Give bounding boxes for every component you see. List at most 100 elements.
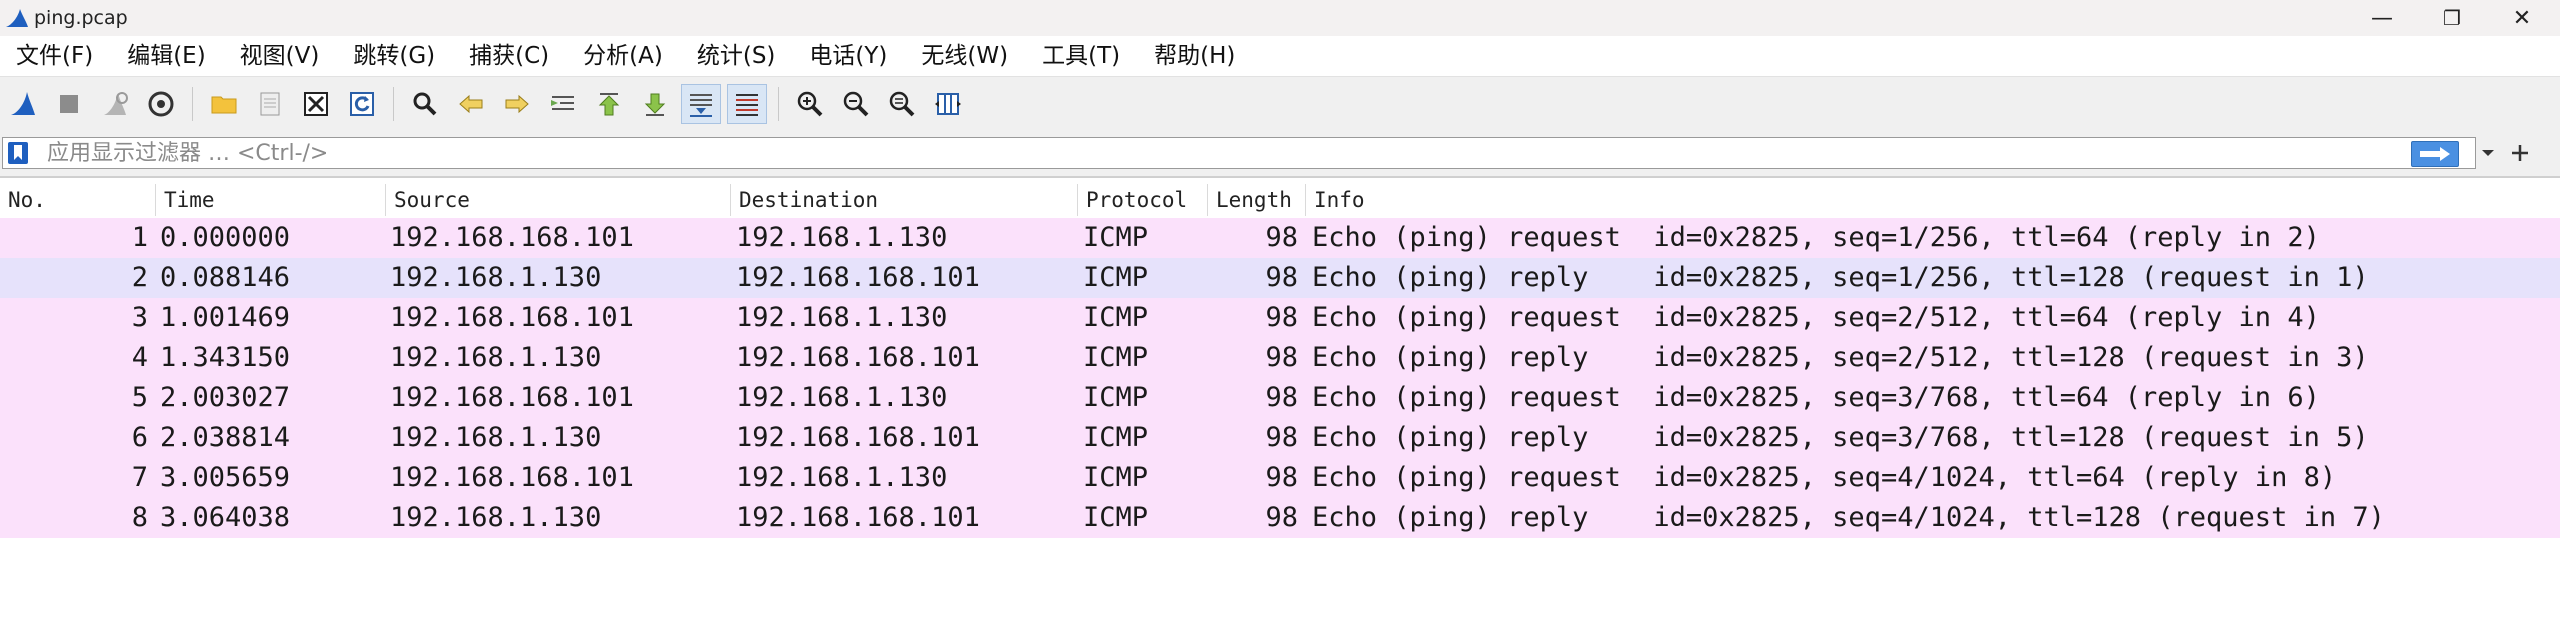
go-to-packet-button[interactable] — [543, 84, 583, 124]
menu-help[interactable]: 帮助(H) — [1137, 36, 1252, 76]
packet-destination: 192.168.1.130 — [736, 382, 948, 413]
menu-capture[interactable]: 捕获(C) — [452, 36, 566, 76]
column-header-info[interactable]: Info — [1305, 184, 2560, 216]
bookmark-icon[interactable] — [7, 141, 29, 165]
zoom-in-button[interactable] — [790, 84, 830, 124]
open-folder-icon — [211, 96, 237, 114]
normal-size-icon — [889, 91, 915, 117]
apply-filter-button[interactable] — [2411, 141, 2459, 167]
resize-columns-button[interactable] — [928, 84, 968, 124]
packet-protocol: ICMP — [1083, 262, 1149, 293]
packet-protocol: ICMP — [1083, 422, 1149, 453]
goto-packet-icon — [551, 96, 574, 110]
column-header-source[interactable]: Source — [385, 184, 730, 216]
find-packet-button[interactable] — [405, 84, 445, 124]
packet-row[interactable]: 1 0.000000 192.168.168.101 192.168.1.130… — [0, 218, 2560, 258]
column-header-length[interactable]: Length — [1207, 184, 1305, 216]
packet-time: 2.038814 — [160, 422, 291, 453]
filter-history-dropdown[interactable] — [2476, 137, 2500, 169]
packet-number: 7 — [131, 462, 148, 493]
menu-telephony[interactable]: 电话(Y) — [792, 36, 904, 76]
packet-protocol: ICMP — [1083, 502, 1149, 533]
restart-capture-button[interactable] — [95, 84, 135, 124]
packet-row[interactable]: 6 2.038814 192.168.1.130 192.168.168.101… — [0, 418, 2560, 458]
packet-row[interactable]: 8 3.064038 192.168.1.130 192.168.168.101… — [0, 498, 2560, 538]
window-title: ping.pcap — [34, 7, 128, 29]
toolbar-divider — [192, 87, 193, 121]
open-file-button[interactable] — [204, 84, 244, 124]
first-packet-button[interactable] — [589, 84, 629, 124]
go-forward-button[interactable] — [497, 84, 537, 124]
stop-capture-button[interactable] — [49, 84, 89, 124]
packet-row[interactable]: 7 3.005659 192.168.168.101 192.168.1.130… — [0, 458, 2560, 498]
minimize-button[interactable]: — — [2352, 0, 2412, 36]
plus-icon — [2512, 145, 2528, 161]
column-header-protocol[interactable]: Protocol — [1077, 184, 1207, 216]
reload-file-button[interactable] — [342, 84, 382, 124]
go-back-button[interactable] — [451, 84, 491, 124]
packet-destination: 192.168.1.130 — [736, 462, 948, 493]
column-header-destination[interactable]: Destination — [730, 184, 1077, 216]
packet-time: 0.088146 — [160, 262, 291, 293]
start-capture-button[interactable] — [3, 84, 43, 124]
packet-protocol: ICMP — [1083, 342, 1149, 373]
add-filter-button-button[interactable] — [2500, 137, 2540, 169]
packet-list: No. Time Source Destination Protocol Len… — [0, 177, 2560, 632]
menu-view[interactable]: 视图(V) — [223, 36, 337, 76]
packet-number: 3 — [131, 302, 148, 333]
normal-size-button[interactable] — [882, 84, 922, 124]
menu-edit[interactable]: 编辑(E) — [110, 36, 222, 76]
maximize-button[interactable]: ❐ — [2422, 0, 2482, 36]
colorize-toggle[interactable] — [727, 84, 767, 124]
packet-source: 192.168.1.130 — [390, 262, 602, 293]
menu-file[interactable]: 文件(F) — [0, 36, 110, 76]
menu-tools[interactable]: 工具(T) — [1025, 36, 1137, 76]
packet-length: 98 — [1265, 422, 1298, 453]
packet-row-selected[interactable]: 2 0.088146 192.168.1.130 192.168.168.101… — [0, 258, 2560, 298]
packet-row[interactable]: 3 1.001469 192.168.168.101 192.168.1.130… — [0, 298, 2560, 338]
packet-protocol: ICMP — [1083, 462, 1149, 493]
menu-bar: 文件(F) 编辑(E) 视图(V) 跳转(G) 捕获(C) 分析(A) 统计(S… — [0, 36, 2560, 76]
packet-protocol: ICMP — [1083, 302, 1149, 333]
menu-statistics[interactable]: 统计(S) — [680, 36, 793, 76]
capture-options-button[interactable] — [141, 84, 181, 124]
reload-icon — [350, 92, 374, 116]
packet-number: 4 — [131, 342, 148, 373]
packet-source: 192.168.168.101 — [390, 382, 634, 413]
packet-length: 98 — [1265, 502, 1298, 533]
packet-source: 192.168.1.130 — [390, 422, 602, 453]
resize-columns-icon — [935, 93, 961, 115]
packet-destination: 192.168.168.101 — [736, 342, 980, 373]
menu-go[interactable]: 跳转(G) — [336, 36, 452, 76]
chevron-down-icon — [2482, 150, 2494, 156]
display-filter-input[interactable] — [47, 138, 2347, 168]
autoscroll-toggle[interactable] — [681, 84, 721, 124]
column-header-no[interactable]: No. — [0, 184, 155, 216]
first-packet-icon — [598, 93, 620, 116]
packet-number: 2 — [131, 262, 148, 293]
packet-row[interactable]: 4 1.343150 192.168.1.130 192.168.168.101… — [0, 338, 2560, 378]
right-arrow-icon — [2420, 147, 2450, 161]
autoscroll-icon — [690, 94, 712, 117]
menu-wireless[interactable]: 无线(W) — [904, 36, 1025, 76]
packet-protocol: ICMP — [1083, 222, 1149, 253]
close-button[interactable]: ✕ — [2492, 0, 2552, 36]
packet-time: 1.343150 — [160, 342, 291, 373]
zoom-out-button[interactable] — [836, 84, 876, 124]
restart-icon — [104, 92, 128, 115]
packet-destination: 192.168.168.101 — [736, 422, 980, 453]
last-packet-button[interactable] — [635, 84, 675, 124]
last-packet-icon — [644, 93, 666, 116]
packet-row[interactable]: 5 2.003027 192.168.168.101 192.168.1.130… — [0, 378, 2560, 418]
main-toolbar — [0, 76, 2560, 131]
packet-info: Echo (ping) reply id=0x2825, seq=2/512, … — [1312, 342, 2369, 373]
packet-length: 98 — [1265, 462, 1298, 493]
close-file-button[interactable] — [296, 84, 336, 124]
save-file-button[interactable] — [250, 84, 290, 124]
packet-number: 1 — [131, 222, 148, 253]
menu-analyze[interactable]: 分析(A) — [566, 36, 680, 76]
packet-number: 5 — [131, 382, 148, 413]
packet-time: 3.064038 — [160, 502, 291, 533]
column-header-time[interactable]: Time — [155, 184, 385, 216]
find-icon — [413, 92, 437, 116]
